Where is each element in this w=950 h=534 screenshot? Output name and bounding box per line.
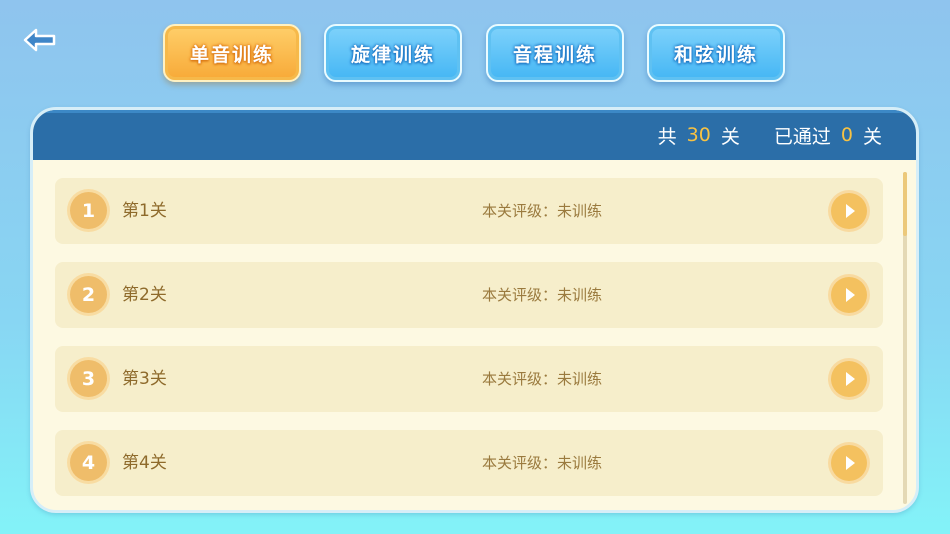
total-suffix: 关 [720, 125, 740, 148]
level-rating: 本关评级：未训练 [482, 286, 603, 304]
level-number-badge: 3 [70, 360, 107, 397]
back-button[interactable] [20, 26, 60, 58]
level-number-badge: 2 [70, 276, 107, 313]
level-row[interactable]: 4 第4关 本关评级：未训练 [55, 430, 883, 496]
scrollbar-thumb[interactable] [903, 172, 907, 236]
tab-melody[interactable]: 旋律训练 [324, 24, 462, 82]
arrow-left-icon [23, 28, 56, 52]
level-row[interactable]: 3 第3关 本关评级：未训练 [55, 346, 883, 412]
total-count: 30 [686, 124, 711, 146]
level-name: 第1关 [122, 201, 167, 221]
tab-interval[interactable]: 音程训练 [486, 24, 624, 82]
level-name: 第3关 [122, 369, 167, 389]
level-panel: 共 30 关 已通过 0 关 1 第1关 本关评级：未训练 2 第2关 本关评级… [30, 107, 919, 513]
tab-chord[interactable]: 和弦训练 [647, 24, 785, 82]
level-rating: 本关评级：未训练 [482, 454, 603, 472]
level-name: 第4关 [122, 453, 167, 473]
passed-prefix: 已通过 [773, 125, 831, 148]
level-row[interactable]: 2 第2关 本关评级：未训练 [55, 262, 883, 328]
play-icon[interactable] [831, 361, 867, 397]
level-row[interactable]: 1 第1关 本关评级：未训练 [55, 178, 883, 244]
total-prefix: 共 [657, 125, 677, 148]
level-rating: 本关评级：未训练 [482, 370, 603, 388]
play-icon[interactable] [831, 277, 867, 313]
level-number-badge: 4 [70, 444, 107, 481]
level-name: 第2关 [122, 285, 167, 305]
scrollbar[interactable] [903, 172, 907, 504]
level-rating: 本关评级：未训练 [482, 202, 603, 220]
passed-suffix: 关 [862, 125, 882, 148]
tab-single-note[interactable]: 单音训练 [163, 24, 301, 82]
progress-stats: 共 30 关 已通过 0 关 [658, 110, 882, 160]
panel-header: 共 30 关 已通过 0 关 [33, 110, 916, 160]
play-icon[interactable] [831, 193, 867, 229]
play-icon[interactable] [831, 445, 867, 481]
level-number-badge: 1 [70, 192, 107, 229]
passed-count: 0 [840, 124, 853, 146]
